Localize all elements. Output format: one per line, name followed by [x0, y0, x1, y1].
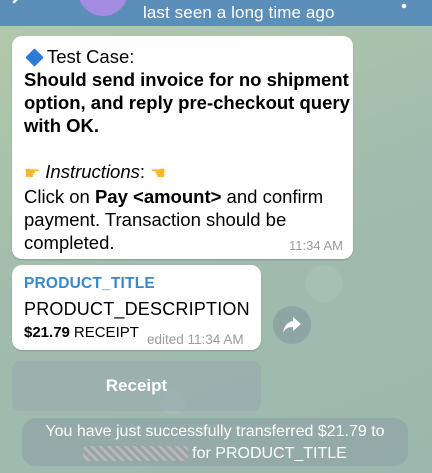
instructions-colon: :: [139, 161, 146, 182]
blue-diamond-icon: [25, 47, 44, 67]
receipt-button[interactable]: Receipt: [12, 361, 261, 411]
instruction-line-2: payment. Transaction should be: [24, 208, 287, 230]
chat-header: last seen a long time ago: [0, 0, 432, 26]
instructions-label: Instructions: [45, 161, 140, 182]
redacted-name: [83, 446, 189, 462]
service-line-2: for PRODUCT_TITLE: [192, 445, 347, 462]
message-bubble-test-case: Test Case: Should send invoice for no sh…: [12, 36, 353, 259]
service-message: You have just successfully transferred $…: [22, 418, 408, 466]
back-arrow-icon[interactable]: [8, 0, 36, 16]
invoice-price-row: $21.79 RECEIPT: [24, 324, 139, 342]
edited-time: edited 11:34 AM: [147, 332, 244, 347]
instruction-post: and confirm: [221, 185, 324, 207]
pointing-hand-icon: ☛: [24, 162, 41, 183]
pay-amount-text: Pay <amount>: [94, 185, 222, 207]
last-seen-status: last seen a long time ago: [143, 3, 335, 22]
receipt-tag: RECEIPT: [73, 324, 139, 341]
message-text: Test Case: Should send invoice for no sh…: [24, 45, 350, 254]
product-description: PRODUCT_DESCRIPTION: [24, 299, 250, 319]
service-line-2-wrap: for PRODUCT_TITLE: [22, 443, 408, 465]
invoice-bubble: PRODUCT_TITLE PRODUCT_DESCRIPTION $21.79…: [12, 265, 261, 350]
service-line-1: You have just successfully transferred $…: [45, 423, 385, 440]
product-title: PRODUCT_TITLE: [24, 275, 155, 292]
title-line-1: Should send invoice for no shipment: [24, 69, 349, 90]
share-arrow-icon: [283, 317, 301, 333]
instruction-pre: Click on: [24, 185, 95, 207]
more-options-icon[interactable]: [396, 0, 412, 14]
pointing-hand-icon: ☛: [150, 162, 167, 183]
share-button[interactable]: [273, 306, 311, 344]
title-line-2: option, and reply pre-checkout query: [24, 92, 350, 113]
message-time: 11:34 AM: [289, 238, 343, 253]
invoice-price: $21.79: [24, 324, 70, 341]
title-line-3: with OK.: [24, 115, 100, 136]
avatar[interactable]: [78, 0, 128, 16]
heading-text: Test Case:: [47, 46, 135, 67]
